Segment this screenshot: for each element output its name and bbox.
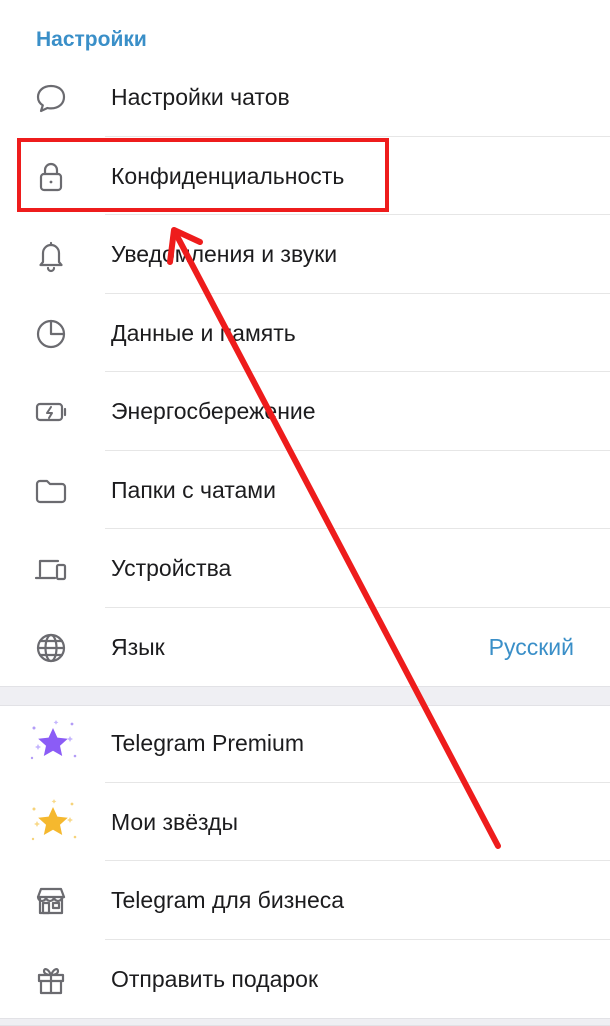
settings-item-label: Язык [111, 634, 165, 660]
settings-item-label: Папки с чатами [111, 477, 276, 503]
lock-icon [32, 158, 70, 196]
settings-item-power-saving[interactable]: Энергосбережение [0, 372, 610, 450]
battery-bolt-icon [32, 393, 70, 431]
settings-item-label: Энергосбережение [111, 398, 316, 424]
section-gap [0, 1018, 610, 1026]
settings-item-label: Telegram Premium [111, 730, 304, 756]
pie-chart-icon [32, 315, 70, 353]
folder-icon [32, 472, 70, 510]
settings-item-chats[interactable]: Настройки чатов [0, 58, 610, 136]
settings-item-telegram-business[interactable]: Telegram для бизнеса [0, 861, 610, 939]
bell-icon [32, 236, 70, 274]
settings-item-telegram-premium[interactable]: Telegram Premium [0, 704, 610, 782]
settings-item-notifications[interactable]: Уведомления и звуки [0, 215, 610, 293]
gold-star-icon [26, 795, 80, 849]
settings-item-label: Мои звёзды [111, 809, 238, 835]
settings-item-label: Данные и память [111, 320, 296, 346]
settings-item-label: Устройства [111, 555, 232, 581]
settings-item-data-storage[interactable]: Данные и память [0, 294, 610, 372]
settings-item-privacy[interactable]: Конфиденциальность [0, 137, 610, 215]
settings-item-label: Конфиденциальность [111, 163, 345, 189]
settings-item-chat-folders[interactable]: Папки с чатами [0, 451, 610, 529]
globe-icon [32, 629, 70, 667]
settings-item-my-stars[interactable]: Мои звёзды [0, 783, 610, 861]
premium-star-icon [26, 716, 80, 770]
section-title: Настройки [36, 28, 147, 51]
gift-icon [32, 961, 70, 999]
settings-item-label: Уведомления и звуки [111, 241, 338, 267]
language-value: Русский [488, 634, 574, 660]
settings-item-language[interactable]: Язык Русский [0, 608, 610, 686]
settings-item-label: Telegram для бизнеса [111, 887, 345, 913]
settings-item-devices[interactable]: Устройства [0, 529, 610, 607]
settings-item-label: Отправить подарок [111, 966, 319, 992]
settings-item-send-gift[interactable]: Отправить подарок [0, 940, 610, 1018]
shop-icon [32, 882, 70, 920]
chat-bubble-icon [32, 79, 70, 117]
settings-item-label: Настройки чатов [111, 84, 290, 110]
devices-icon [32, 550, 70, 588]
section-gap [0, 686, 610, 706]
